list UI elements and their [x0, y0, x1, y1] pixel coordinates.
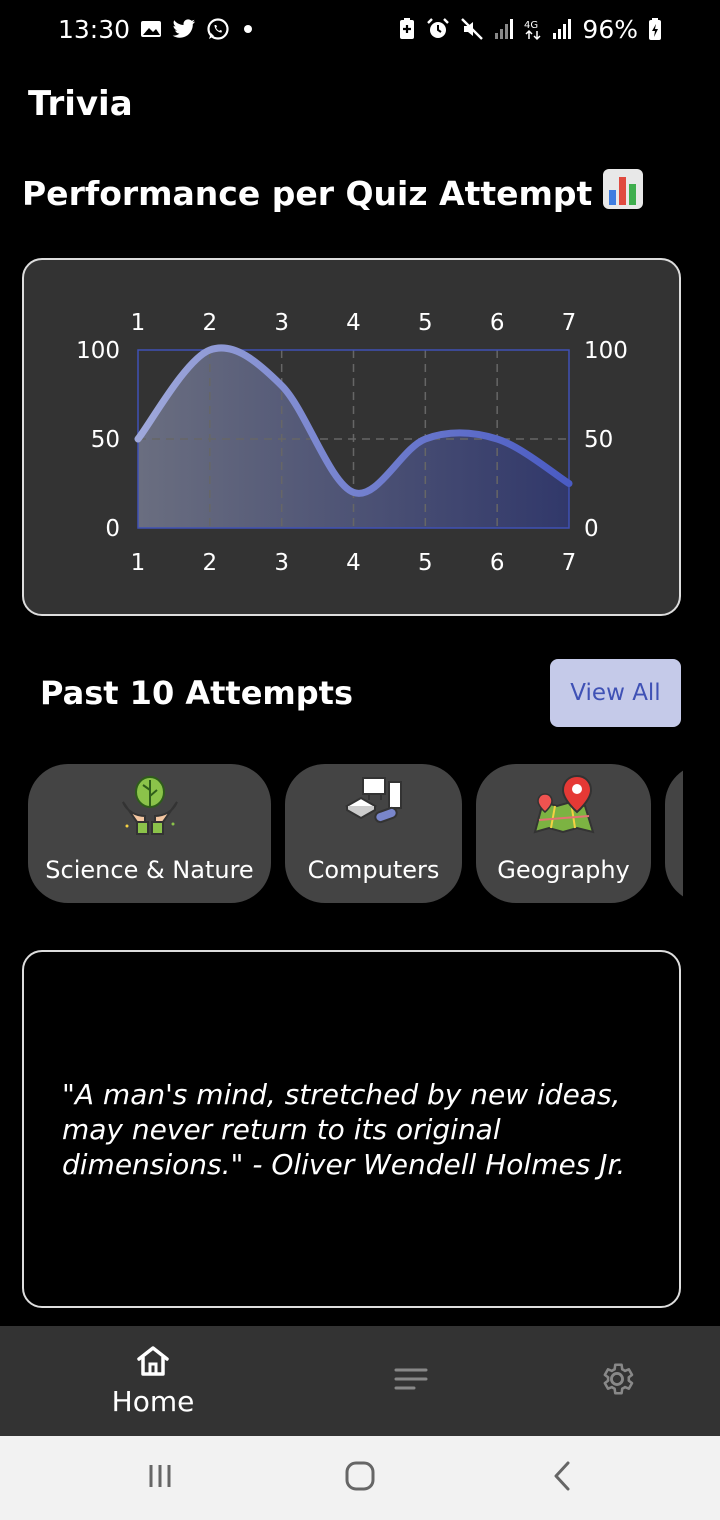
y-tick-label-left: 50: [91, 427, 120, 453]
x-tick-label-top: 4: [346, 310, 361, 336]
signal-icon: [494, 18, 514, 40]
mute-icon: [460, 17, 484, 41]
x-tick-label-bottom: 4: [346, 550, 361, 576]
clock: 13:30: [58, 14, 131, 44]
system-nav-bar: [0, 1436, 720, 1520]
twitter-icon: [172, 19, 196, 39]
performance-title: Performance per Quiz Attempt: [22, 168, 644, 218]
gallery-icon: [140, 19, 162, 39]
x-tick-label-bottom: 7: [562, 550, 577, 576]
x-tick-label-top: 1: [131, 310, 146, 336]
computers-icon: [341, 772, 407, 838]
attempt-card-label: Computers: [307, 856, 440, 884]
status-bar-right: 4G 96%: [398, 15, 662, 44]
battery-saver-icon: [398, 17, 416, 41]
attempt-card-label: Geography: [497, 856, 630, 884]
quote-card: "A man's mind, stretched by new ideas, m…: [22, 950, 681, 1308]
attempt-card-partial[interactable]: [665, 764, 683, 903]
nav-settings[interactable]: [586, 1326, 648, 1436]
battery-percent: 96%: [582, 14, 638, 44]
status-bar: 13:30 4G 96%: [0, 0, 720, 58]
performance-chart: 112233445566770 050 50100 100: [76, 310, 628, 576]
x-tick-label-top: 2: [203, 310, 218, 336]
x-tick-label-bottom: 3: [274, 550, 289, 576]
y-tick-label-right: 100: [584, 338, 628, 364]
app-screen: 13:30 4G 96% Trivia Performance per Quiz…: [0, 0, 720, 1520]
attempt-card-label: Science & Nature: [45, 856, 254, 884]
map-pin-icon: [531, 772, 597, 838]
y-tick-label-right: 0: [584, 516, 599, 542]
dot-icon: [240, 21, 256, 37]
bar-chart-emoji-icon: [602, 168, 644, 218]
signal-icon: [552, 18, 572, 40]
attempt-card-computers[interactable]: Computers: [285, 764, 462, 903]
nav-list[interactable]: [380, 1326, 442, 1436]
gear-icon: [598, 1360, 636, 1402]
x-tick-label-top: 3: [274, 310, 289, 336]
svg-text:4G: 4G: [524, 20, 538, 31]
x-tick-label-top: 7: [562, 310, 577, 336]
y-tick-label-right: 50: [584, 427, 613, 453]
alarm-icon: [426, 17, 450, 41]
view-all-button[interactable]: View All: [550, 659, 681, 727]
x-tick-label-bottom: 5: [418, 550, 433, 576]
back-button[interactable]: [532, 1436, 592, 1520]
system-home-button[interactable]: [330, 1436, 390, 1520]
list-icon: [394, 1367, 428, 1395]
home-button-icon: [344, 1460, 376, 1496]
bottom-nav: Home: [0, 1326, 720, 1436]
attempt-card-geography[interactable]: Geography: [476, 764, 651, 903]
status-bar-left: 13:30: [58, 15, 256, 44]
y-tick-label-left: 0: [105, 516, 120, 542]
attempt-card-science-nature[interactable]: Science & Nature: [28, 764, 271, 903]
x-tick-label-bottom: 2: [203, 550, 218, 576]
performance-title-text: Performance per Quiz Attempt: [22, 173, 593, 213]
4g-icon: 4G: [524, 17, 542, 41]
home-icon: [135, 1345, 171, 1381]
past-attempts-title: Past 10 Attempts: [40, 674, 353, 712]
back-icon: [550, 1460, 574, 1496]
x-tick-label-top: 5: [418, 310, 433, 336]
x-tick-label-top: 6: [490, 310, 505, 336]
past-attempts-list[interactable]: Science & Nature Computers Geography: [0, 764, 683, 904]
y-tick-label-left: 100: [76, 338, 120, 364]
nav-home-label: Home: [111, 1384, 195, 1418]
whatsapp-icon: [206, 17, 230, 41]
battery-charging-icon: [648, 17, 662, 41]
recents-icon: [146, 1462, 174, 1494]
plant-hands-icon: [117, 772, 183, 838]
nav-home[interactable]: Home: [92, 1326, 214, 1436]
recents-button[interactable]: [130, 1436, 190, 1520]
app-title: Trivia: [28, 84, 133, 124]
x-tick-label-bottom: 1: [131, 550, 146, 576]
x-tick-label-bottom: 6: [490, 550, 505, 576]
performance-chart-card: 1 1 2 2 3 3 4 4 5 5 6 6 7 7 0 0 50 50 100 100: [22, 258, 681, 616]
quote-text: "A man's mind, stretched by new ideas, m…: [62, 1077, 626, 1181]
